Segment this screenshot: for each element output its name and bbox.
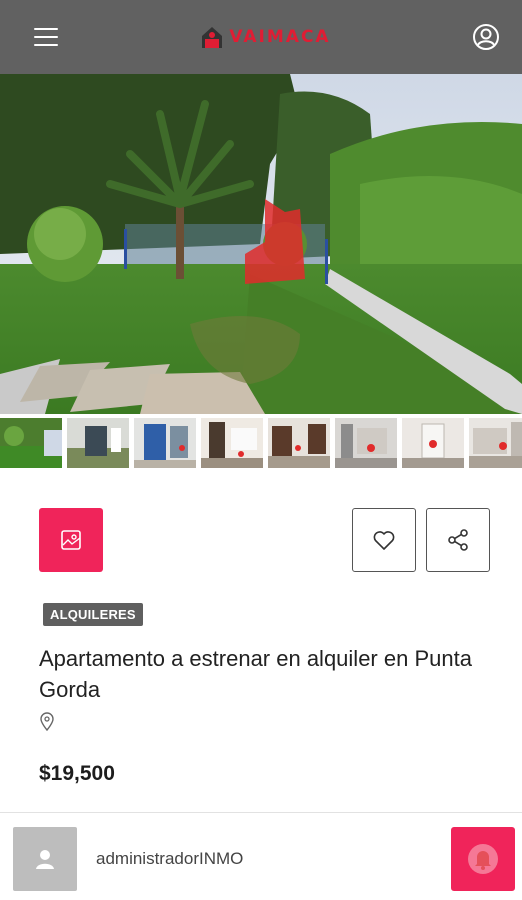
house-logo-icon: [202, 27, 223, 48]
category-badge: ALQUILERES: [43, 603, 143, 626]
contact-agent-button[interactable]: [451, 827, 515, 891]
thumbnail-3[interactable]: [134, 418, 196, 468]
favorite-button[interactable]: [352, 508, 416, 572]
share-icon: [448, 529, 468, 551]
thumbnail-5[interactable]: [268, 418, 330, 468]
brand-name: VAIMACA: [229, 27, 331, 47]
user-circle-icon[interactable]: [472, 23, 500, 51]
hamburger-menu-icon[interactable]: [34, 28, 58, 46]
map-pin-icon: [40, 712, 54, 732]
heart-icon: [373, 531, 395, 550]
bell-icon: [468, 844, 498, 874]
share-button[interactable]: [426, 508, 490, 572]
main-property-photo[interactable]: [0, 74, 522, 414]
thumbnail-7[interactable]: [402, 418, 464, 468]
thumbnail-8[interactable]: [469, 418, 522, 468]
agent-avatar: [13, 827, 77, 891]
listing-title: Apartamento a estrenar en alquiler en Pu…: [39, 646, 472, 702]
image-gallery-icon: [61, 530, 81, 550]
thumbnail-2[interactable]: [67, 418, 129, 468]
person-icon: [36, 850, 54, 869]
open-gallery-button[interactable]: [39, 508, 103, 572]
top-app-bar: VAIMACA: [0, 0, 522, 74]
thumbnail-1[interactable]: [0, 418, 62, 468]
agent-name: administradorINMO: [96, 849, 244, 868]
action-row: [39, 508, 490, 572]
thumbnail-4[interactable]: [201, 418, 263, 468]
listing-price: $19,500: [39, 762, 115, 785]
brand-logo[interactable]: VAIMACA: [199, 24, 330, 50]
thumbnail-6[interactable]: [335, 418, 397, 468]
agent-footer: administradorINMO: [0, 812, 522, 900]
thumbnail-strip[interactable]: [0, 418, 522, 470]
